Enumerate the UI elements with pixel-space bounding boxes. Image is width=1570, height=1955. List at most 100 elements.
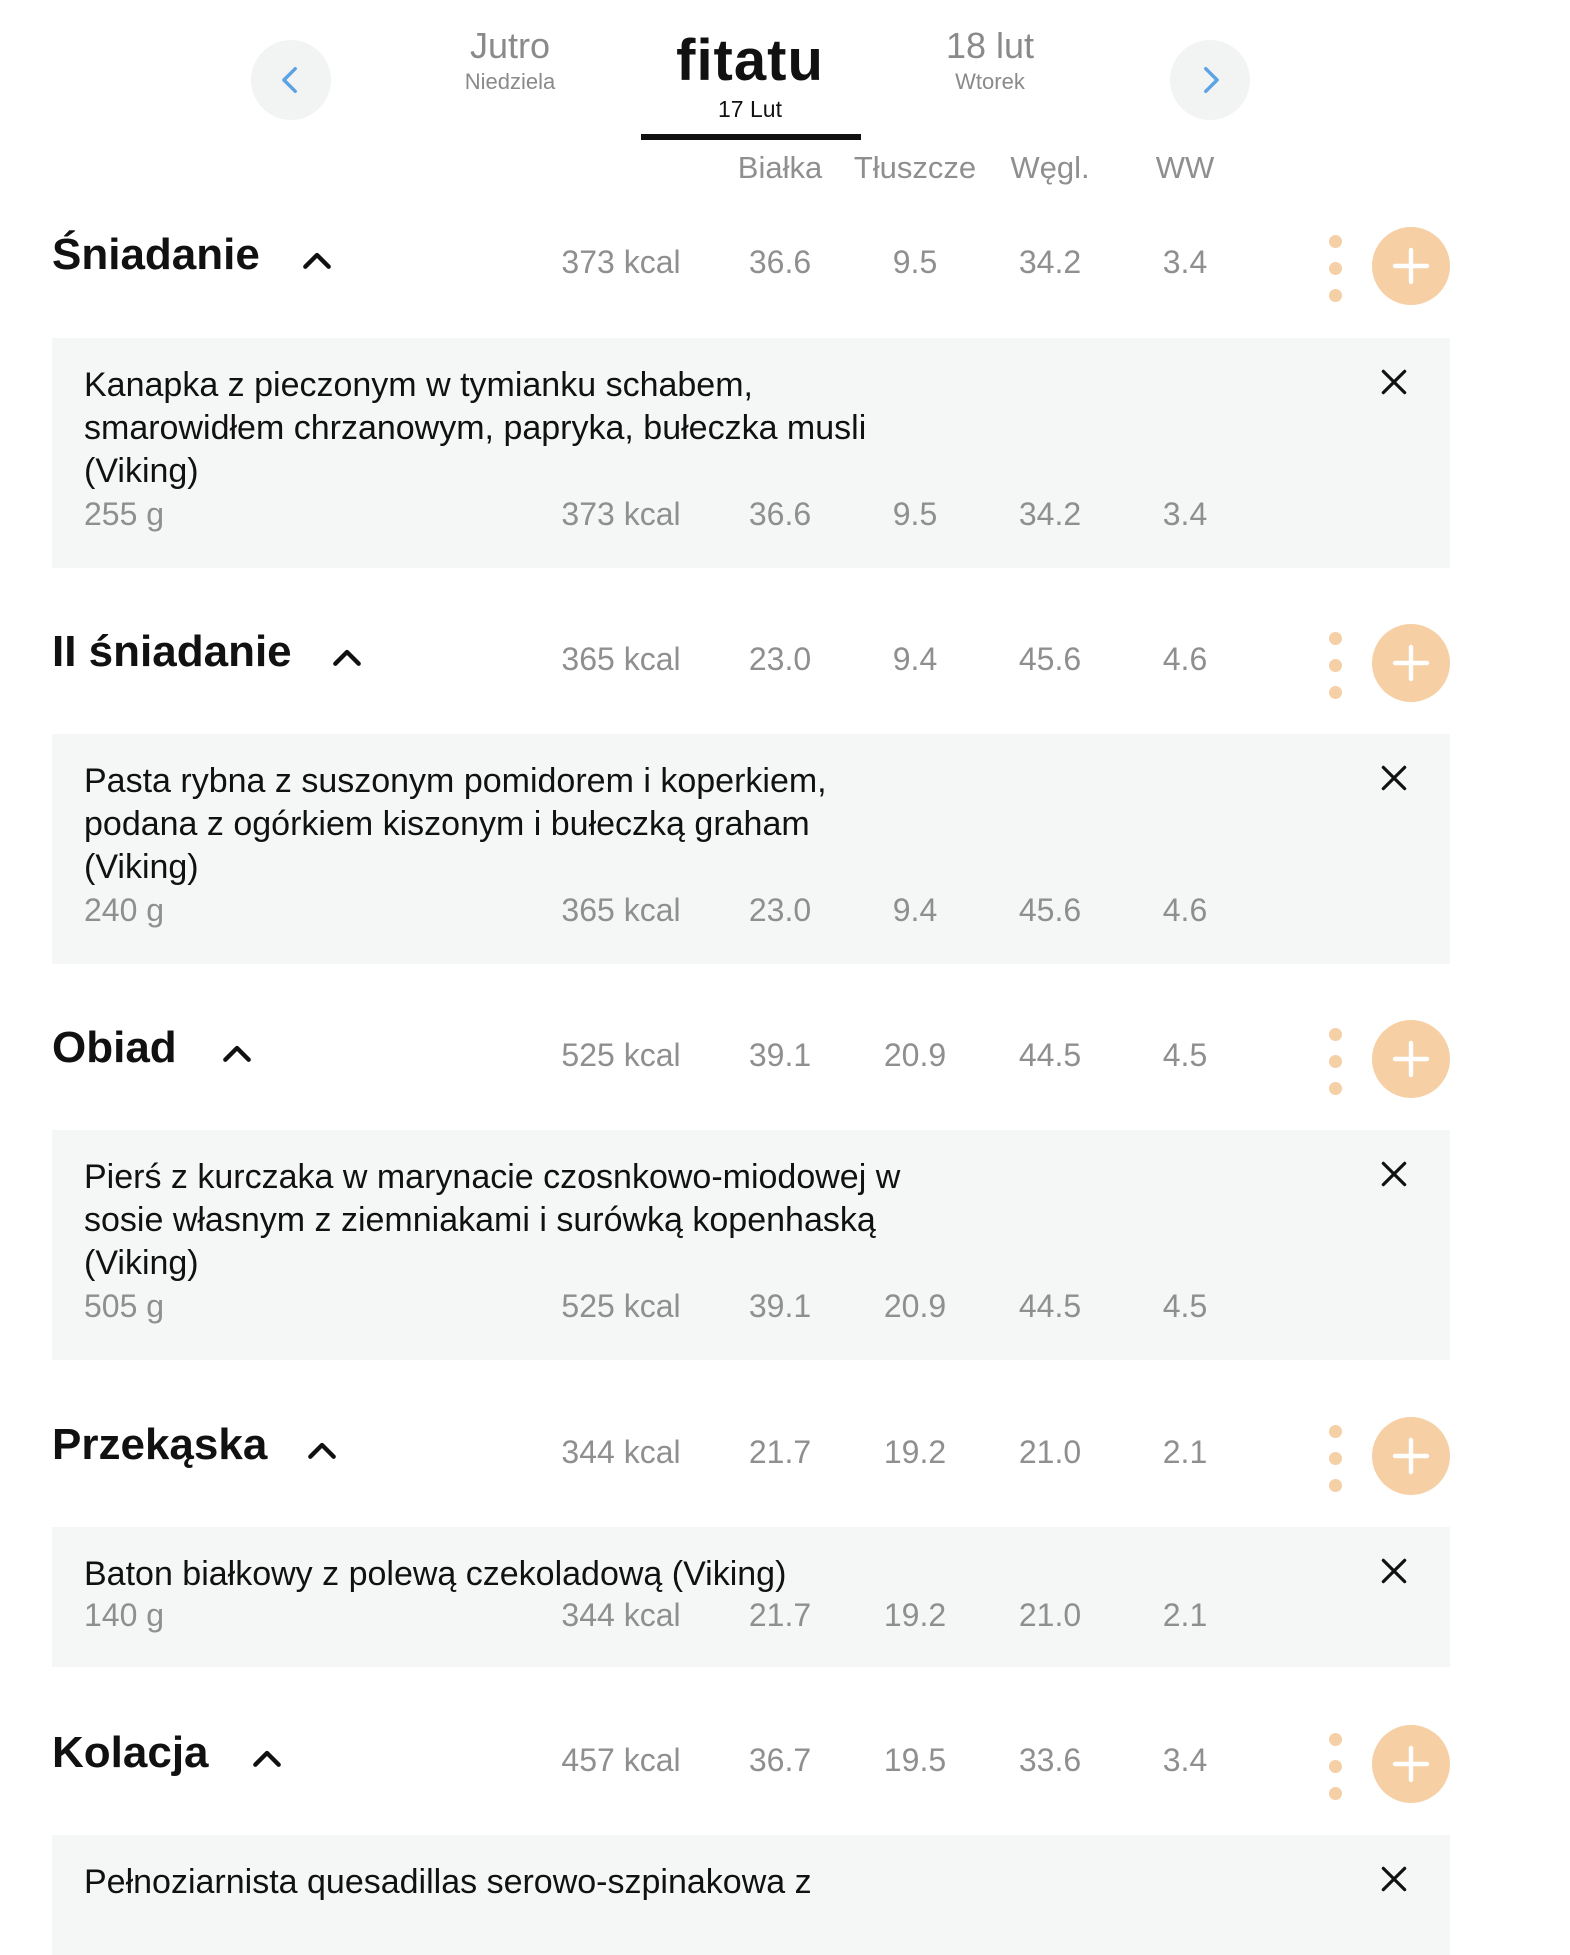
remove-food-button[interactable]: [1378, 1863, 1410, 1895]
current-date: 17 Lut: [718, 96, 782, 122]
meal-fat: 19.5: [883, 1742, 947, 1778]
next-day-button[interactable]: [1170, 40, 1250, 120]
remove-food-button[interactable]: [1378, 1555, 1410, 1587]
food-item-kcal: 525 kcal: [561, 1288, 681, 1324]
dot: [1329, 1760, 1342, 1773]
food-item-ww: 3.4: [1162, 496, 1208, 532]
food-item-carbs: 34.2: [1018, 496, 1082, 532]
meal-options-button[interactable]: [1329, 1425, 1343, 1495]
meal-title: Śniadanie: [52, 230, 260, 279]
food-item-kcal: 344 kcal: [561, 1597, 681, 1633]
food-item-name: Pełnoziarnista quesadillas serowo-szpina…: [84, 1863, 812, 1901]
dot: [1329, 235, 1342, 248]
meal-ww: 2.1: [1162, 1434, 1208, 1470]
meal-options-button[interactable]: [1329, 235, 1343, 305]
collapse-meal-button[interactable]: [247, 1738, 287, 1778]
meal-title: Kolacja: [52, 1728, 209, 1777]
collapse-meal-button[interactable]: [327, 637, 367, 677]
meal-fat: 19.2: [883, 1434, 947, 1470]
food-item[interactable]: Pierś z kurczaka w marynacie czosnkowo-m…: [52, 1130, 1450, 1360]
food-item-fat: 20.9: [883, 1288, 947, 1324]
plus-icon: [1392, 644, 1430, 682]
food-item-protein: 39.1: [748, 1288, 812, 1324]
food-item-name: Baton białkowy z polewą czekoladową (Vik…: [84, 1555, 787, 1593]
meal-options-button[interactable]: [1329, 632, 1343, 702]
food-item-weight: 505 g: [84, 1288, 165, 1324]
collapse-meal-button[interactable]: [217, 1033, 257, 1073]
add-food-button[interactable]: [1372, 1020, 1450, 1098]
chevron-up-icon: [308, 1442, 336, 1459]
add-food-button[interactable]: [1372, 1725, 1450, 1803]
food-item-name: Pierś z kurczaka w marynacie czosnkowo-m…: [84, 1158, 901, 1282]
current-day-tab[interactable]: fitatu 17 Lut: [642, 30, 858, 123]
plus-icon: [1392, 1437, 1430, 1475]
meal-options-button[interactable]: [1329, 1028, 1343, 1098]
dot: [1329, 1787, 1342, 1800]
dot: [1329, 632, 1342, 645]
food-item-ww: 2.1: [1162, 1597, 1208, 1633]
food-item[interactable]: Baton białkowy z polewą czekoladową (Vik…: [52, 1527, 1450, 1667]
food-item-name: Kanapka z pieczonym w tymianku schabem, …: [84, 366, 867, 490]
close-icon: [1381, 1161, 1407, 1187]
plus-icon: [1392, 1745, 1430, 1783]
meal-protein: 36.7: [748, 1742, 812, 1778]
chevron-up-icon: [333, 649, 361, 666]
prev-day-tab[interactable]: Jutro Niedziela: [390, 24, 630, 96]
meal-title: Obiad: [52, 1023, 177, 1072]
food-item[interactable]: Pasta rybna z suszonym pomidorem i koper…: [52, 734, 1450, 964]
meal-protein: 39.1: [748, 1037, 812, 1073]
prev-day-button[interactable]: [251, 40, 331, 120]
plus-icon: [1392, 1040, 1430, 1078]
next-day-label: 18 lut: [945, 25, 1035, 66]
meal-protein: 36.6: [748, 244, 812, 280]
active-tab-indicator: [641, 134, 861, 140]
dot: [1329, 1479, 1342, 1492]
food-item-fat: 19.2: [883, 1597, 947, 1633]
close-icon: [1381, 369, 1407, 395]
meal-fat: 20.9: [883, 1037, 947, 1073]
food-item-weight: 255 g: [84, 496, 165, 532]
food-item-kcal: 365 kcal: [561, 892, 681, 928]
food-item[interactable]: Pełnoziarnista quesadillas serowo-szpina…: [52, 1835, 1450, 1955]
meal-fat: 9.5: [892, 244, 938, 280]
next-day-tab[interactable]: 18 lut Wtorek: [870, 24, 1110, 96]
remove-food-button[interactable]: [1378, 762, 1410, 794]
food-item-carbs: 44.5: [1018, 1288, 1082, 1324]
add-food-button[interactable]: [1372, 227, 1450, 305]
meal-carbs: 34.2: [1018, 244, 1082, 280]
meal-carbs: 44.5: [1018, 1037, 1082, 1073]
meal-kcal: 525 kcal: [561, 1037, 681, 1073]
food-item-protein: 23.0: [748, 892, 812, 928]
meal-protein: 23.0: [748, 641, 812, 677]
remove-food-button[interactable]: [1378, 366, 1410, 398]
meal-ww: 4.6: [1162, 641, 1208, 677]
add-food-button[interactable]: [1372, 1417, 1450, 1495]
chevron-up-icon: [303, 252, 331, 269]
close-icon: [1381, 1558, 1407, 1584]
collapse-meal-button[interactable]: [297, 240, 337, 280]
dot: [1329, 1028, 1342, 1041]
dot: [1329, 1733, 1342, 1746]
column-ww: WW: [1155, 150, 1215, 185]
food-item-protein: 36.6: [748, 496, 812, 532]
fitatu-logo: fitatu: [676, 28, 824, 93]
chevron-up-icon: [253, 1750, 281, 1767]
meal-title: II śniadanie: [52, 627, 292, 676]
meal-ww: 4.5: [1162, 1037, 1208, 1073]
dot: [1329, 1082, 1342, 1095]
meal-title: Przekąska: [52, 1420, 268, 1469]
meal-carbs: 21.0: [1018, 1434, 1082, 1470]
column-protein: Białka: [737, 150, 823, 185]
meal-options-button[interactable]: [1329, 1733, 1343, 1803]
collapse-meal-button[interactable]: [302, 1430, 342, 1470]
food-item-weight: 140 g: [84, 1597, 165, 1633]
add-food-button[interactable]: [1372, 624, 1450, 702]
meal-kcal: 344 kcal: [561, 1434, 681, 1470]
food-item-name: Pasta rybna z suszonym pomidorem i koper…: [84, 762, 827, 886]
close-icon: [1381, 765, 1407, 791]
dot: [1329, 1055, 1342, 1068]
remove-food-button[interactable]: [1378, 1158, 1410, 1190]
meal-carbs: 33.6: [1018, 1742, 1082, 1778]
meal-protein: 21.7: [748, 1434, 812, 1470]
food-item[interactable]: Kanapka z pieczonym w tymianku schabem, …: [52, 338, 1450, 568]
